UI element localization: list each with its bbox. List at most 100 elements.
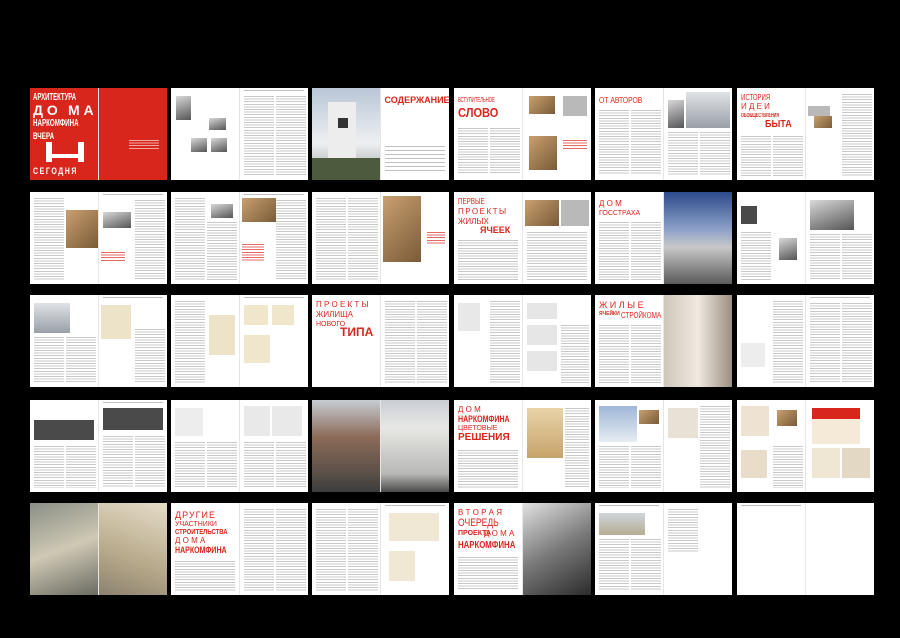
spread-second-stage[interactable]: В Т О Р А Я ОЧЕРЕДЬ ПРОЕКТА Д О М А НАРК…: [454, 503, 591, 595]
page: Д О М НАРКОМФИНА ЦВЕТОВЫЕ РЕШЕНИЯ: [454, 400, 523, 492]
photo: [667, 100, 684, 128]
photo: [211, 204, 233, 218]
others-line2: УЧАСТНИКИ: [175, 521, 217, 528]
colors-line4: РЕШЕНИЯ: [458, 432, 510, 443]
page: [312, 192, 381, 284]
page: [30, 295, 99, 387]
interior-photo: [98, 503, 167, 595]
spread-16[interactable]: [454, 295, 591, 387]
photo: [813, 116, 832, 128]
page: [380, 503, 449, 595]
photo: [102, 212, 131, 228]
building-photo: [380, 400, 449, 492]
page: [98, 503, 167, 595]
photo: [102, 408, 163, 430]
spread-30[interactable]: [737, 503, 874, 595]
projects-new-line4: ТИПА: [340, 325, 374, 339]
page: [663, 503, 732, 595]
page: [380, 295, 449, 387]
page: [171, 295, 240, 387]
spread-14[interactable]: [171, 295, 308, 387]
spread-cover[interactable]: АРХИТЕКТУРА Д О М А НАРКОМФИНА ВЧЕРА СЕГ…: [30, 88, 167, 180]
spread-colors[interactable]: Д О М НАРКОМФИНА ЦВЕТОВЫЕ РЕШЕНИЯ: [454, 400, 591, 492]
page: [663, 192, 732, 284]
photo: [241, 198, 276, 222]
page: [595, 503, 664, 595]
spread-history[interactable]: ИСТОРИЯ И Д Е И ОБОБЩЕСТВЛЕНИЯ БЫТА: [737, 88, 874, 180]
stroykom-line3: СТРОЙКОМА: [621, 311, 662, 320]
photo: [639, 410, 659, 424]
spread-13[interactable]: [30, 295, 167, 387]
page: СОДЕРЖАНИЕ: [380, 88, 449, 180]
cover-letters-ma: М А: [68, 102, 94, 118]
spread-12[interactable]: [737, 192, 874, 284]
page: [663, 88, 732, 180]
page: [805, 192, 874, 284]
page: ВСТУПИТЕЛЬНОЕ СЛОВО: [454, 88, 523, 180]
projects-new-line2: ЖИЛИЩА: [316, 310, 353, 319]
page: [171, 400, 240, 492]
page: [805, 503, 874, 595]
spread-23[interactable]: [595, 400, 732, 492]
spread-first-projects[interactable]: ПЕРВЫЕ ПРОЕКТЫ ЖИЛЫХ ЯЧЕЕК: [454, 192, 591, 284]
first-projects-line1: ПЕРВЫЕ: [458, 197, 485, 206]
spread-29[interactable]: [595, 503, 732, 595]
colors-line3: ЦВЕТОВЫЕ: [458, 425, 498, 432]
intro-small: ВСТУПИТЕЛЬНОЕ: [458, 97, 495, 104]
spread-2[interactable]: [171, 88, 308, 180]
page: [239, 88, 308, 180]
interior-photo: [30, 503, 98, 595]
page: [737, 192, 806, 284]
spread-21[interactable]: [312, 400, 449, 492]
page: [737, 503, 806, 595]
spread-9[interactable]: [312, 192, 449, 284]
projects-new-line1: П Р О Е К Т Ы: [316, 300, 369, 309]
page: [522, 400, 591, 492]
spread-8[interactable]: [171, 192, 308, 284]
photo: [741, 406, 769, 436]
photo: [66, 210, 98, 248]
spread-authors[interactable]: ОТ АВТОРОВ: [595, 88, 732, 180]
spread-24[interactable]: [737, 400, 874, 492]
spread-20[interactable]: [171, 400, 308, 492]
photo: [807, 106, 830, 116]
page: [239, 295, 308, 387]
spread-stroykom[interactable]: Ж И Л Ы Е ЯЧЕЙКИ СТРОЙКОМА: [595, 295, 732, 387]
page: [312, 88, 381, 180]
page: [30, 192, 99, 284]
street-photo: [312, 400, 380, 492]
drawing: [526, 351, 557, 371]
colors-line1: Д О М: [458, 405, 481, 414]
photo: [176, 96, 191, 120]
spread-7[interactable]: [30, 192, 167, 284]
stroykom-line1: Ж И Л Ы Е: [599, 300, 644, 310]
spread-projects-new[interactable]: П Р О Е К Т Ы ЖИЛИЩА НОВОГО ТИПА: [312, 295, 449, 387]
photo: [562, 96, 587, 116]
photo: [809, 200, 854, 230]
page: [663, 400, 732, 492]
spread-contents[interactable]: СОДЕРЖАНИЕ: [312, 88, 449, 180]
page: ИСТОРИЯ И Д Е И ОБОБЩЕСТВЛЕНИЯ БЫТА: [737, 88, 806, 180]
page: В Т О Р А Я ОЧЕРЕДЬ ПРОЕКТА Д О М А НАРК…: [454, 503, 523, 595]
first-projects-line4: ЯЧЕЕК: [480, 225, 511, 235]
spread-intro[interactable]: ВСТУПИТЕЛЬНОЕ СЛОВО: [454, 88, 591, 180]
stair-photo: [528, 96, 555, 114]
spread-18[interactable]: [737, 295, 874, 387]
page: [239, 400, 308, 492]
ground: [312, 158, 380, 180]
photo: [528, 136, 557, 170]
building-photo: [663, 192, 732, 284]
spread-gosstrakh[interactable]: Д О М ГОССТРАХА: [595, 192, 732, 284]
spread-others[interactable]: ДРУГИЕ УЧАСТНИКИ СТРОИТЕЛЬСТВА Д О М А Н…: [171, 503, 308, 595]
cover-h-shape: [46, 142, 52, 162]
cover-letters-do: Д О: [33, 102, 58, 118]
spread-19[interactable]: [30, 400, 167, 492]
page: [805, 400, 874, 492]
spread-27[interactable]: [312, 503, 449, 595]
page: [98, 192, 167, 284]
history-line2: И Д Е И: [741, 102, 770, 111]
spread-25[interactable]: [30, 503, 167, 595]
page: [522, 503, 591, 595]
page: [239, 192, 308, 284]
photo: [599, 406, 637, 442]
